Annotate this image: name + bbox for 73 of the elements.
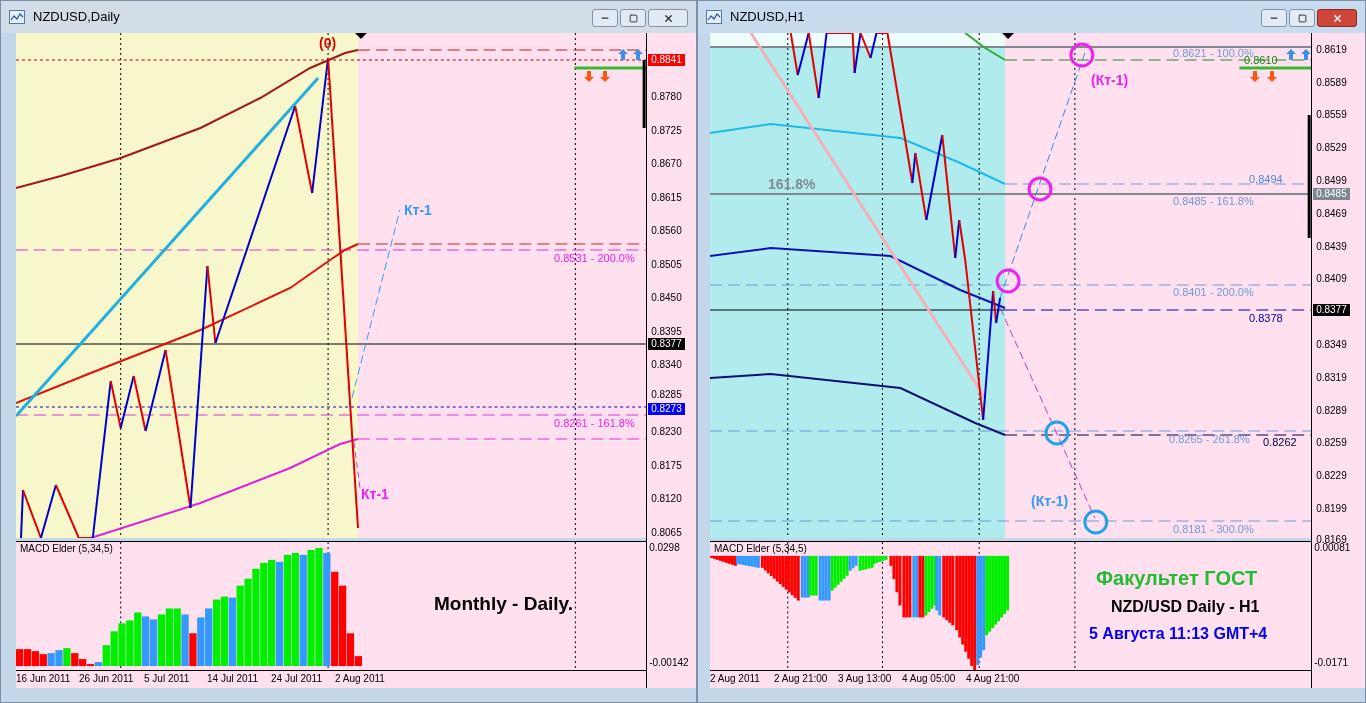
price-tick-label: 0.8409	[1316, 274, 1347, 284]
price-tick-label: 0.8120	[651, 494, 682, 504]
time-label: 14 Jul 2011	[207, 674, 258, 684]
chart-label: Кт-1	[361, 487, 389, 501]
time-label: 2 Aug 21:00	[774, 674, 828, 684]
price-tick-label: 0.8780	[651, 92, 682, 102]
price-tick-label: 0.8169	[1316, 535, 1347, 545]
price-tick-label: 0.8259	[1316, 438, 1347, 448]
price-tick-label: 0.8529	[1316, 143, 1347, 153]
time-label: 16 Jun 2011	[16, 674, 71, 684]
level-label: 0.8378	[1249, 313, 1283, 324]
time-label: 26 Jun 2011	[79, 674, 134, 684]
indicator-title: MACD Elder (5,34,5)	[714, 544, 807, 554]
price-tick-label: 0.8199	[1316, 504, 1347, 514]
price-tick-label: 0.8065	[651, 527, 682, 538]
price-tick-label: 0.8450	[651, 293, 682, 303]
chart-label: 161.8%	[768, 177, 816, 191]
price-tick-label: 0.8499	[1316, 176, 1347, 186]
chart-label: (0)	[319, 36, 337, 50]
indicator-max-label: 0.00081	[1314, 543, 1351, 553]
price-tag: 0.8841	[648, 54, 685, 66]
price-tick-label: 0.8560	[651, 226, 682, 236]
price-tick-label: 0.8589	[1316, 78, 1347, 88]
window-title: NZDUSD,Daily	[33, 8, 120, 27]
level-label: 0.8531 - 200.0%	[554, 253, 635, 264]
price-tick-label: 0.8229	[1316, 471, 1347, 481]
time-label: 2 Aug 2011	[710, 674, 760, 684]
price-tag: 0.8377	[1313, 304, 1350, 316]
price-tick-label: 0.8439	[1316, 242, 1347, 252]
chart-label: (Кт-1)	[1091, 73, 1129, 87]
level-label: 0.8265 - 261.8%	[1169, 434, 1250, 445]
time-label: 4 Aug 05:00	[902, 674, 956, 684]
level-label: 0.8401 - 200.0%	[1173, 287, 1254, 298]
price-tick-label: 0.8615	[651, 192, 682, 203]
time-label: 4 Aug 21:00	[966, 674, 1020, 684]
price-tick-label: 0.8349	[1316, 340, 1347, 350]
indicator-title: MACD Elder (5,34,5)	[20, 544, 113, 554]
level-label: 0.8610	[1244, 55, 1278, 66]
price-tick-label: 0.8230	[651, 427, 682, 437]
chart-label: (Кт-1)	[1031, 494, 1069, 508]
price-tick-label: 0.8175	[651, 460, 682, 471]
price-tick-label: 0.8319	[1316, 373, 1347, 383]
time-label: 3 Aug 13:00	[838, 674, 892, 684]
indicator-min-label: -0.00142	[649, 658, 689, 668]
price-tick-label: 0.8619	[1316, 45, 1347, 55]
level-label: 0.8262	[1263, 437, 1297, 448]
price-tick-label: 0.8670	[651, 159, 682, 169]
chart-caption: 5 Августа 11:13 GMT+4	[1089, 626, 1268, 642]
time-label: 2 Aug 2011	[335, 674, 385, 684]
price-tick-label: 0.8469	[1316, 209, 1347, 219]
indicator-min-label: -0.0171	[1314, 658, 1349, 668]
chart-caption: Monthly - Daily.	[434, 594, 573, 613]
price-tick-label: 0.8340	[651, 360, 682, 370]
price-tick-label: 0.8289	[1316, 406, 1347, 416]
level-label: 0.8181 - 300.0%	[1173, 524, 1254, 535]
chart-label: Кт-1	[404, 203, 432, 217]
indicator-max-label: 0.0298	[649, 543, 680, 553]
level-label: 0.8261 - 161.8%	[554, 418, 635, 429]
window-title: NZDUSD,H1	[730, 8, 805, 27]
chart-caption: NZD/USD Daily - H1	[1111, 599, 1260, 615]
level-label: 0.8485 - 161.8%	[1173, 196, 1254, 207]
price-tag: 0.8485	[1313, 188, 1350, 200]
chart-caption: Факультет ГОСТ	[1096, 568, 1258, 588]
price-tick-label: 0.8285	[651, 390, 682, 400]
price-tick-label: 0.8395	[651, 326, 682, 337]
price-tick-label: 0.8559	[1316, 110, 1347, 120]
price-tag: 0.8273	[648, 403, 685, 415]
time-label: 5 Jul 2011	[144, 674, 190, 684]
price-tick-label: 0.8505	[651, 259, 682, 270]
price-tick-label: 0.8725	[651, 125, 682, 136]
price-tag: 0.8377	[648, 338, 685, 350]
time-label: 24 Jul 2011	[271, 674, 322, 684]
level-label: 0.8494	[1249, 174, 1283, 185]
